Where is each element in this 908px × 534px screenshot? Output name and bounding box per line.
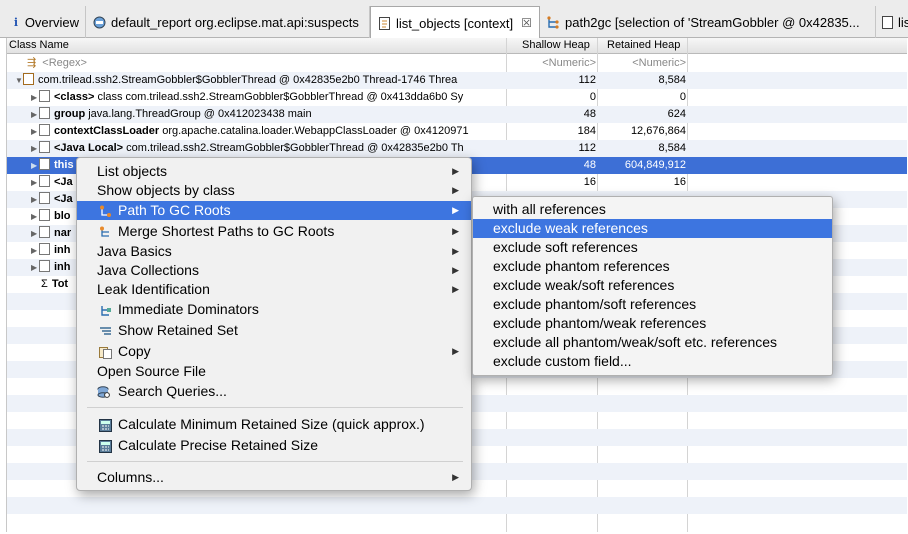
page-icon — [882, 15, 893, 29]
menu-item-java-collections[interactable]: Java Collections ▶ — [77, 261, 471, 280]
dominator-icon — [99, 303, 112, 316]
object-icon — [39, 192, 50, 205]
calculator-icon — [99, 418, 112, 432]
calculator-icon — [99, 439, 112, 453]
table-row[interactable]: ▶ <class> class com.trilead.ssh2.StreamGo… — [7, 89, 907, 106]
tab-label: list_objects [context] — [396, 15, 514, 31]
menu-item-show-objects-by-class[interactable]: Show objects by class ▶ — [77, 181, 471, 200]
object-icon — [39, 243, 50, 256]
object-icon — [39, 209, 50, 222]
expand-toggle-icon[interactable]: ▶ — [31, 191, 39, 208]
submenu-item-exclude-phantom[interactable]: exclude phantom references — [473, 257, 832, 276]
editor-tab-bar: i Overview default_report org.eclipse.ma… — [0, 0, 908, 39]
menu-item-open-source-file[interactable]: Open Source File — [77, 362, 471, 381]
expand-toggle-icon[interactable]: ▶ — [31, 259, 39, 276]
tree-icon — [546, 15, 560, 29]
submenu-arrow-icon: ▶ — [452, 185, 459, 195]
expand-toggle-icon[interactable]: ▶ — [31, 157, 39, 174]
object-icon — [23, 73, 34, 86]
menu-item-merge-shortest-paths[interactable]: Merge Shortest Paths to GC Roots ▶ — [77, 222, 471, 241]
column-shallow-heap[interactable]: Shallow Heap — [522, 39, 590, 51]
submenu-item-exclude-weak[interactable]: exclude weak references — [473, 219, 832, 238]
menu-item-list-objects[interactable]: List objects ▶ — [77, 162, 471, 181]
tab-path2gc[interactable]: path2gc [selection of 'StreamGobbler @ 0… — [540, 6, 876, 38]
close-tab-icon[interactable]: ☒ — [521, 16, 532, 30]
object-icon — [39, 141, 50, 154]
submenu-item-exclude-phantom-soft[interactable]: exclude phantom/soft references — [473, 295, 832, 314]
menu-item-path-to-gc-roots[interactable]: Path To GC Roots ▶ — [77, 201, 471, 220]
search-queries-icon — [97, 385, 110, 398]
column-class-name[interactable]: Class Name — [9, 39, 69, 51]
filter-row: ⇶ <Regex> <Numeric> <Numeric> — [7, 55, 907, 72]
submenu-arrow-icon: ▶ — [452, 226, 459, 236]
tab-label: lis — [898, 14, 908, 30]
retained-filter-input[interactable]: <Numeric> — [599, 55, 689, 72]
expand-toggle-icon[interactable]: ▶ — [31, 123, 39, 140]
path-to-gc-roots-submenu: with all references exclude weak referen… — [472, 196, 833, 376]
menu-item-show-retained-set[interactable]: Show Retained Set — [77, 321, 471, 340]
submenu-item-exclude-soft[interactable]: exclude soft references — [473, 238, 832, 257]
submenu-item-exclude-custom-field[interactable]: exclude custom field... — [473, 352, 832, 371]
tab-overview[interactable]: i Overview — [6, 6, 86, 38]
submenu-item-exclude-weak-soft[interactable]: exclude weak/soft references — [473, 276, 832, 295]
menu-item-calc-min-retained[interactable]: Calculate Minimum Retained Size (quick a… — [77, 415, 471, 434]
submenu-arrow-icon: ▶ — [452, 166, 459, 176]
retained-set-icon — [99, 324, 112, 337]
merge-icon — [99, 225, 112, 238]
menu-item-calc-precise-retained[interactable]: Calculate Precise Retained Size — [77, 436, 471, 455]
object-icon — [39, 260, 50, 273]
submenu-arrow-icon: ▶ — [452, 246, 459, 256]
regex-icon: ⇶ — [27, 57, 37, 69]
submenu-item-exclude-all[interactable]: exclude all phantom/weak/soft etc. refer… — [473, 333, 832, 352]
tab-label: default_report org.eclipse.mat.api:suspe… — [111, 14, 359, 30]
class-icon — [39, 90, 50, 103]
path-icon — [99, 204, 112, 217]
submenu-arrow-icon: ▶ — [452, 472, 459, 482]
menu-item-copy[interactable]: Copy ▶ — [77, 342, 471, 361]
expand-toggle-icon[interactable]: ▶ — [31, 208, 39, 225]
tab-label: path2gc [selection of 'StreamGobbler @ 0… — [565, 14, 860, 30]
table-header: Class Name Shallow Heap Retained Heap — [7, 38, 907, 54]
table-row[interactable]: ▼ com.trilead.ssh2.StreamGobbler$GobblerT… — [7, 72, 907, 89]
table-row[interactable]: ▶ contextClassLoader org.apache.catalina.… — [7, 123, 907, 140]
context-menu: List objects ▶ Show objects by class ▶ Pat… — [76, 157, 472, 491]
object-icon — [39, 158, 50, 171]
tab-label: Overview — [24, 14, 79, 30]
page-icon — [377, 16, 391, 30]
table-row[interactable]: ▶ <Java Local> com.trilead.ssh2.StreamGob… — [7, 140, 907, 157]
submenu-arrow-icon: ▶ — [452, 346, 459, 356]
object-icon — [39, 107, 50, 120]
column-retained-heap[interactable]: Retained Heap — [607, 39, 680, 51]
tab-list-objects[interactable]: list_objects [context] ☒ — [370, 6, 540, 39]
menu-item-immediate-dominators[interactable]: Immediate Dominators — [77, 300, 471, 319]
expand-toggle-icon[interactable]: ▶ — [31, 225, 39, 242]
expand-toggle-icon[interactable]: ▶ — [31, 89, 39, 106]
info-icon: i — [13, 15, 18, 29]
table-row[interactable]: ▶ group java.lang.ThreadGroup @ 0x4120234… — [7, 106, 907, 123]
expand-toggle-icon[interactable]: ▶ — [31, 106, 39, 123]
expand-toggle-icon[interactable]: ▶ — [31, 174, 39, 191]
tab-default-report[interactable]: default_report org.eclipse.mat.api:suspe… — [86, 6, 370, 38]
submenu-arrow-icon: ▶ — [452, 284, 459, 294]
submenu-item-exclude-phantom-weak[interactable]: exclude phantom/weak references — [473, 314, 832, 333]
submenu-arrow-icon: ▶ — [452, 265, 459, 275]
menu-item-java-basics[interactable]: Java Basics ▶ — [77, 242, 471, 261]
report-icon — [92, 15, 106, 29]
menu-item-search-queries[interactable]: Search Queries... — [77, 382, 471, 401]
menu-item-leak-identification[interactable]: Leak Identification ▶ — [77, 280, 471, 299]
tab-list-objects-2[interactable]: lis — [876, 6, 908, 38]
object-icon — [39, 124, 50, 137]
expand-toggle-icon[interactable]: ▶ — [31, 242, 39, 259]
expand-toggle-icon[interactable]: ▼ — [15, 72, 23, 89]
submenu-arrow-icon: ▶ — [452, 205, 459, 215]
regex-filter-input[interactable]: <Regex> — [42, 57, 87, 69]
sum-icon: Σ — [41, 278, 48, 290]
submenu-item-with-all-references[interactable]: with all references — [473, 200, 832, 219]
object-icon — [39, 175, 50, 188]
object-icon — [39, 226, 50, 239]
menu-item-columns[interactable]: Columns... ▶ — [77, 468, 471, 487]
copy-icon — [99, 345, 112, 359]
expand-toggle-icon[interactable]: ▶ — [31, 140, 39, 157]
shallow-filter-input[interactable]: <Numeric> — [507, 55, 599, 72]
